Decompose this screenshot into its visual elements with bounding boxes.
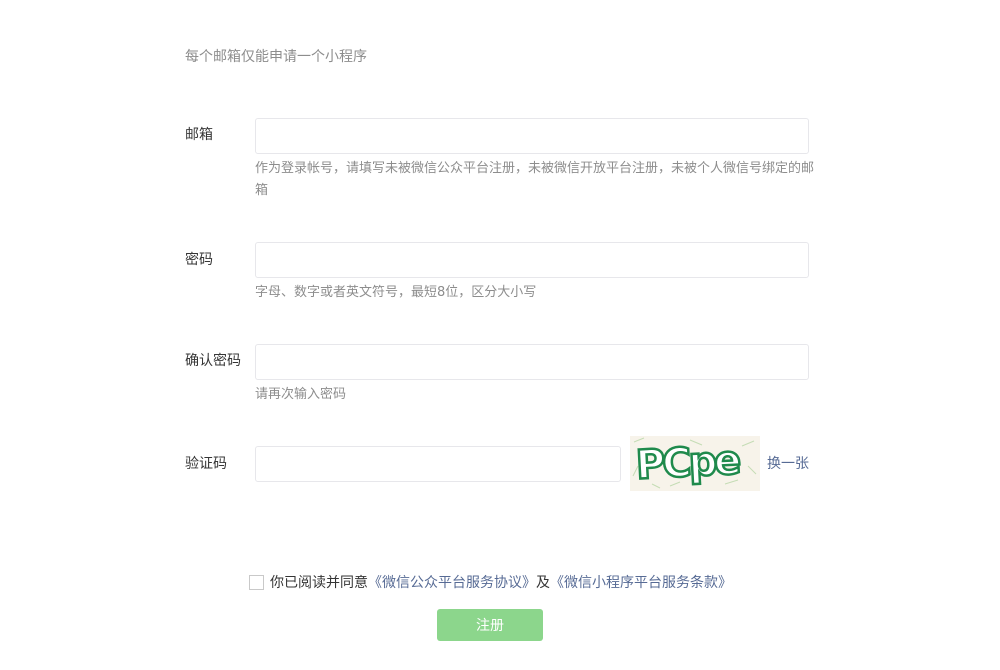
password-tip: 字母、数字或者英文符号，最短8位，区分大小写 (255, 285, 537, 300)
agreement-prefix: 你已阅读并同意 (270, 575, 368, 591)
register-page: 每个邮箱仅能申请一个小程序 邮箱 作为登录帐号，请填写未被微信公众平台注册，未被… (0, 0, 1000, 670)
agreement-row: 你已阅读并同意 《微信公众平台服务协议》 及 《微信小程序平台服务条款》 (249, 572, 732, 592)
email-label: 邮箱 (185, 127, 213, 143)
intro-text: 每个邮箱仅能申请一个小程序 (185, 49, 367, 65)
register-button[interactable]: 注册 (437, 609, 543, 641)
captcha-image[interactable]: PCpe (630, 436, 760, 491)
captcha-label: 验证码 (185, 456, 227, 472)
mini-program-terms-link[interactable]: 《微信小程序平台服务条款》 (550, 572, 732, 592)
password-label: 密码 (185, 252, 213, 268)
email-input[interactable] (255, 118, 809, 154)
captcha-noise-graphic: PCpe (632, 436, 757, 490)
captcha-refresh-link[interactable]: 换一张 (767, 455, 809, 473)
captcha-text: PCpe (635, 437, 742, 488)
captcha-input[interactable] (255, 446, 621, 482)
confirm-password-tip: 请再次输入密码 (255, 387, 347, 402)
agreement-checkbox[interactable] (249, 574, 264, 590)
confirm-password-label: 确认密码 (185, 353, 241, 369)
agreement-middle: 及 (536, 575, 550, 591)
password-input[interactable] (255, 242, 809, 278)
service-agreement-link[interactable]: 《微信公众平台服务协议》 (368, 572, 536, 592)
email-tip: 作为登录帐号，请填写未被微信公众平台注册，未被微信开放平台注册，未被个人微信号绑… (255, 161, 815, 198)
confirm-password-input[interactable] (255, 344, 809, 380)
